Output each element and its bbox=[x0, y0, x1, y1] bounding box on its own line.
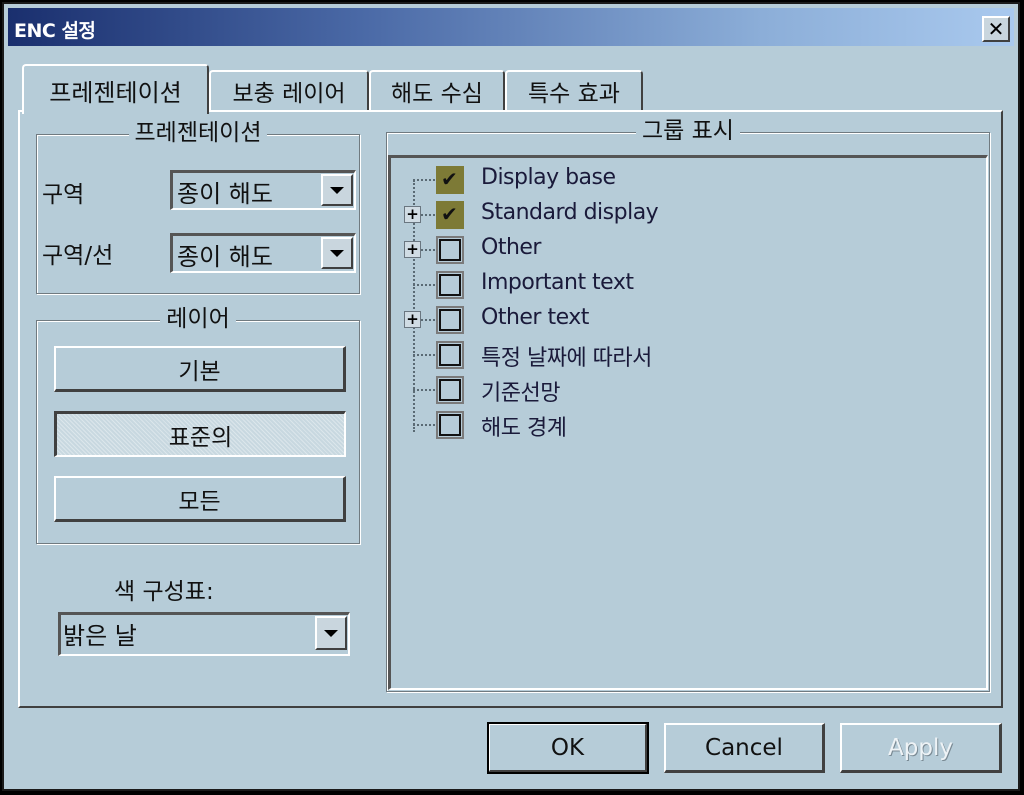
tree-item-label: Standard display bbox=[481, 200, 659, 225]
tree-item[interactable]: + Other bbox=[391, 233, 971, 268]
tree-item-label: Other text bbox=[481, 305, 589, 330]
area-select-dropdown-button[interactable] bbox=[321, 174, 353, 206]
tab-presentation[interactable]: 프레젠테이션 bbox=[22, 64, 209, 114]
tree-connector-line bbox=[413, 424, 435, 426]
tree-item-label: 기준선망 bbox=[481, 381, 560, 406]
button-label: Apply bbox=[888, 734, 953, 761]
tab-special-effects[interactable]: 특수 효과 bbox=[505, 70, 643, 110]
color-scheme-label: 색 구성표: bbox=[114, 579, 214, 605]
expand-plus-icon[interactable]: + bbox=[404, 241, 421, 258]
button-label: 표준의 bbox=[168, 424, 233, 451]
checkmark-icon: ✔ bbox=[441, 167, 458, 191]
layer-basic-button[interactable]: 기본 bbox=[54, 346, 346, 392]
window-title: ENC 설정 bbox=[14, 20, 96, 42]
chevron-down-icon bbox=[330, 186, 344, 194]
group-display-title: 그룹 표시 bbox=[636, 118, 740, 144]
expand-plus-icon[interactable]: + bbox=[404, 206, 421, 223]
close-button[interactable]: ✕ bbox=[982, 16, 1010, 42]
button-label: 기본 bbox=[178, 358, 221, 385]
presentation-group-title: 프레젠테이션 bbox=[128, 120, 268, 146]
checkbox-frame bbox=[439, 274, 461, 296]
button-label: Cancel bbox=[705, 734, 783, 761]
checkbox-frame bbox=[439, 309, 461, 331]
tree-item[interactable]: 해도 경계 bbox=[391, 408, 971, 443]
tree-connector-line bbox=[413, 389, 435, 391]
tab-label: 프레젠테이션 bbox=[49, 78, 182, 107]
tree-item-checkbox[interactable] bbox=[436, 271, 464, 299]
checkmark-icon: ✔ bbox=[441, 202, 458, 226]
group-display-tree[interactable]: ✔ Display base + ✔ Standard display + Other Imp… bbox=[388, 155, 988, 690]
layer-group-title: 레이어 bbox=[160, 306, 236, 332]
tree-connector-line bbox=[413, 284, 435, 286]
color-scheme-select[interactable]: 밝은 날 bbox=[58, 612, 350, 656]
apply-button[interactable]: Apply bbox=[840, 723, 1002, 773]
tree-item-label: 특정 날짜에 따라서 bbox=[481, 346, 652, 371]
ok-button[interactable]: OK bbox=[487, 722, 649, 774]
tree-connector-line bbox=[413, 354, 435, 356]
title-bar[interactable]: ENC 설정 ✕ bbox=[8, 8, 1014, 46]
tree-item[interactable]: + Other text bbox=[391, 303, 971, 338]
area-line-select[interactable]: 종이 해도 bbox=[170, 233, 356, 273]
tree-item[interactable]: + ✔ Standard display bbox=[391, 198, 971, 233]
area-line-select-value: 종이 해도 bbox=[177, 243, 273, 271]
color-scheme-value: 밝은 날 bbox=[63, 622, 137, 650]
tree-item-checkbox[interactable] bbox=[436, 341, 464, 369]
area-select-value: 종이 해도 bbox=[177, 180, 273, 208]
tree-item-checkbox[interactable] bbox=[436, 376, 464, 404]
layer-standard-button[interactable]: 표준의 bbox=[54, 411, 346, 457]
tree-item[interactable]: 특정 날짜에 따라서 bbox=[391, 338, 971, 373]
button-label: 모든 bbox=[178, 488, 221, 515]
chevron-down-icon bbox=[330, 249, 344, 257]
tree-connector-line bbox=[413, 179, 435, 181]
checkbox-frame bbox=[439, 239, 461, 261]
tree-item-label: Other bbox=[481, 235, 541, 260]
tree-item-label: Important text bbox=[481, 270, 634, 295]
cancel-button[interactable]: Cancel bbox=[664, 723, 825, 773]
tree-item-checkbox[interactable]: ✔ bbox=[436, 166, 464, 194]
layer-all-button[interactable]: 모든 bbox=[54, 476, 346, 522]
checkbox-frame bbox=[439, 379, 461, 401]
tree-item[interactable]: Important text bbox=[391, 268, 971, 303]
expand-plus-icon[interactable]: + bbox=[404, 311, 421, 328]
tab-label: 해도 수심 bbox=[391, 81, 483, 107]
tab-label: 보충 레이어 bbox=[232, 81, 346, 107]
area-select[interactable]: 종이 해도 bbox=[170, 170, 356, 210]
tree-item-checkbox[interactable] bbox=[436, 236, 464, 264]
button-label: OK bbox=[550, 734, 585, 761]
area-line-label: 구역/선 bbox=[42, 243, 114, 269]
tree-item-label: Display base bbox=[481, 165, 616, 190]
area-label: 구역 bbox=[42, 182, 85, 208]
tree-item-checkbox[interactable]: ✔ bbox=[436, 201, 464, 229]
color-scheme-dropdown-button[interactable] bbox=[315, 616, 347, 650]
tree-item-checkbox[interactable] bbox=[436, 306, 464, 334]
close-x-icon: ✕ bbox=[987, 17, 1005, 41]
chevron-down-icon bbox=[324, 629, 338, 637]
checkbox-frame bbox=[439, 344, 461, 366]
tree-item-label: 해도 경계 bbox=[481, 416, 567, 441]
tree-item[interactable]: 기준선망 bbox=[391, 373, 971, 408]
area-line-select-dropdown-button[interactable] bbox=[321, 237, 353, 269]
tab-label: 특수 효과 bbox=[528, 81, 620, 107]
checkbox-frame bbox=[439, 414, 461, 436]
tree-item-checkbox[interactable] bbox=[436, 411, 464, 439]
tab-chart-depth[interactable]: 해도 수심 bbox=[369, 70, 505, 110]
tree-item[interactable]: ✔ Display base bbox=[391, 163, 971, 198]
tab-supplementary-layers[interactable]: 보충 레이어 bbox=[209, 70, 369, 110]
